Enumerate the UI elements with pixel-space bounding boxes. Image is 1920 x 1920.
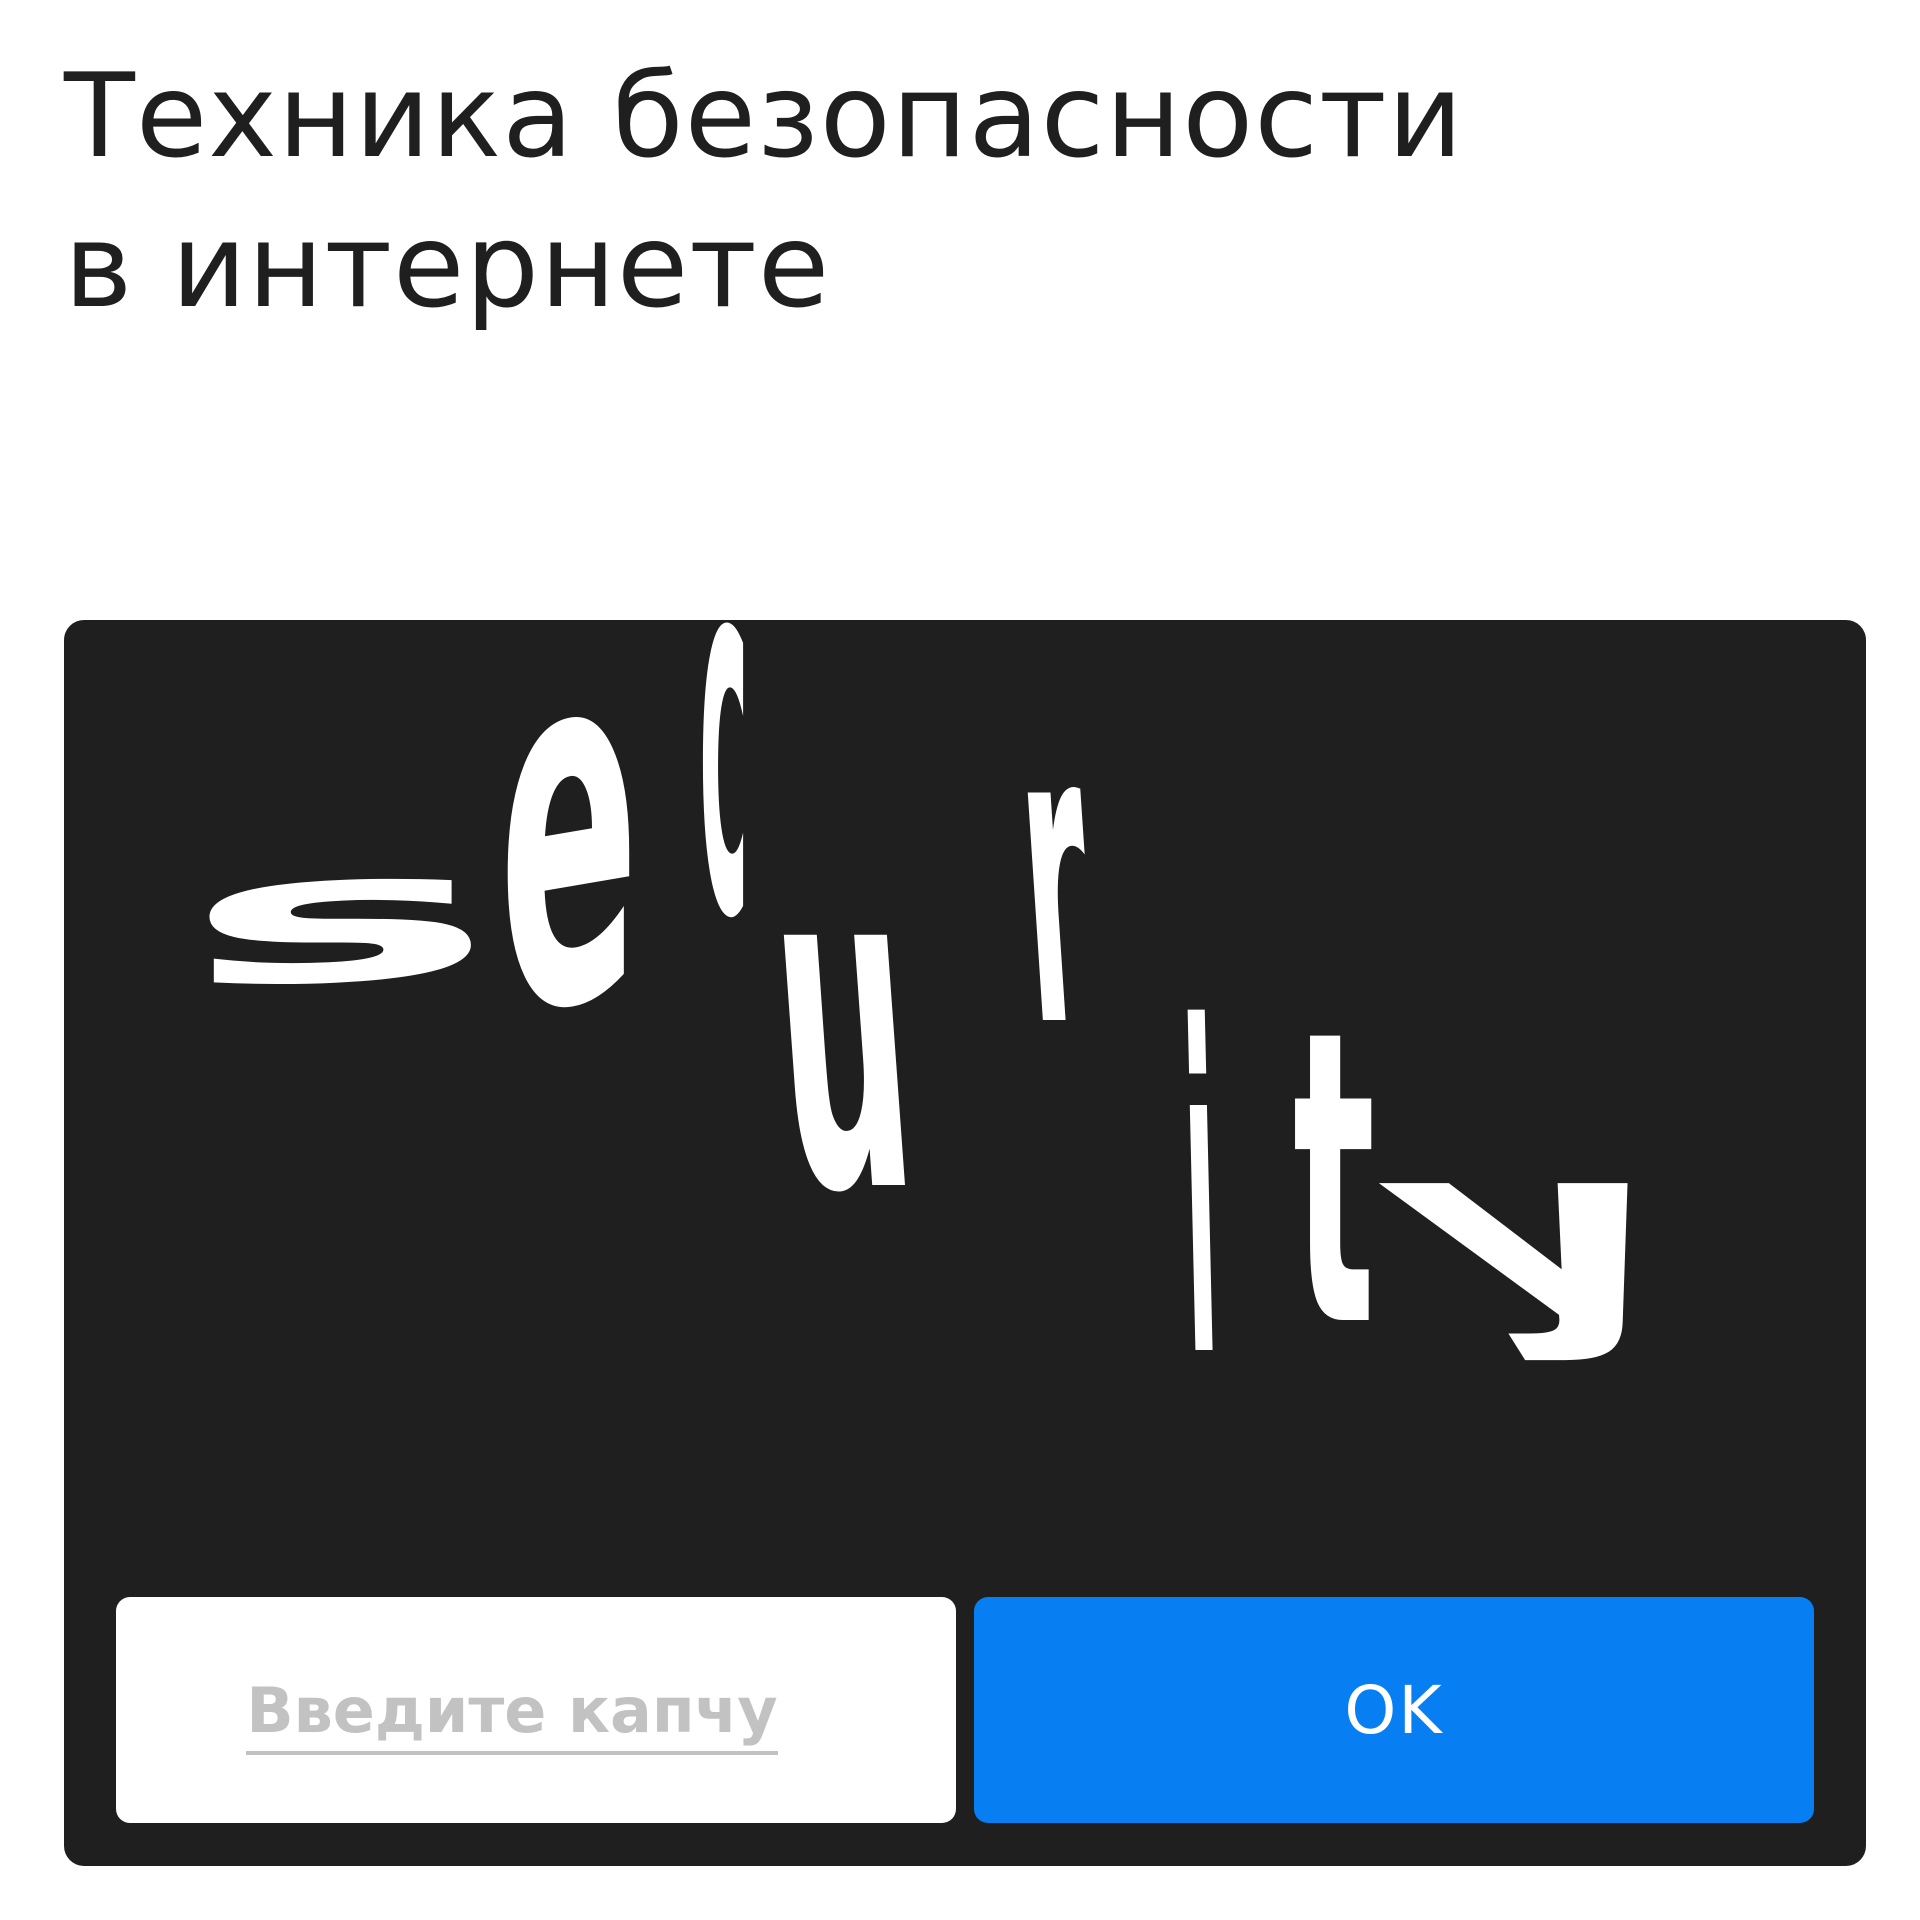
captcha-letter-r: r — [1006, 633, 1103, 1118]
captcha-panel: s e c u r i t y Введите капчу OK — [64, 620, 1866, 1866]
captcha-distorted-word: s e c u r i t y — [182, 620, 1749, 1457]
captcha-letter-s: s — [182, 807, 496, 1030]
captcha-letter-i: i — [1178, 936, 1224, 1457]
captcha-letter-y: y — [1319, 1095, 1749, 1365]
captcha-input[interactable]: Введите капчу — [116, 1597, 956, 1823]
ok-button[interactable]: OK — [974, 1597, 1814, 1823]
captcha-letter-u: u — [757, 761, 929, 1294]
captcha-input-placeholder: Введите капчу — [246, 1674, 778, 1755]
captcha-letter-e: e — [499, 620, 639, 1132]
captcha-letter-t: t — [1293, 945, 1375, 1416]
page-title: Техника безопасности в интернете — [64, 42, 1784, 342]
page-title-line-2: в интернете — [64, 199, 831, 334]
captcha-letter-c: c — [699, 620, 748, 1037]
page-title-line-1: Техника безопасности — [64, 49, 1464, 184]
captcha-image: s e c u r i t y — [64, 620, 1866, 1560]
